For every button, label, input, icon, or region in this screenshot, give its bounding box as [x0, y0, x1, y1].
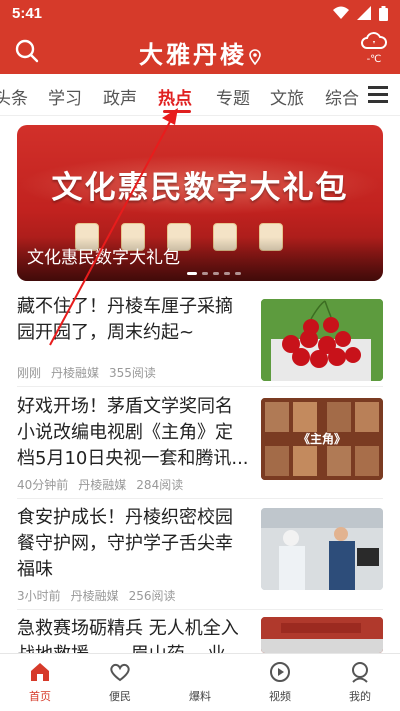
nav-me-label: 我的 — [349, 690, 371, 703]
carousel-dots — [187, 272, 241, 275]
news-source: 丹棱融媒 — [51, 366, 100, 380]
heart-icon — [110, 663, 130, 682]
cherries-image — [261, 299, 383, 381]
category-tabs: 头条 学习 政声 热点 专题 文旅 综合 — [0, 74, 400, 116]
nav-home[interactable]: 首页 — [10, 660, 70, 704]
news-thumbnail-drama: 《主角》 — [261, 398, 383, 480]
banner-caption: 文化惠民数字大礼包 — [27, 248, 180, 268]
location-pin-icon — [249, 48, 261, 65]
news-meta: 3小时前 丹棱融媒 256阅读 — [17, 587, 186, 604]
divider — [17, 386, 383, 387]
news-thumbnail-lab — [261, 508, 383, 590]
rescue-drill-image — [261, 617, 383, 653]
news-thumbnail-cherries — [261, 299, 383, 381]
home-icon — [31, 663, 49, 681]
drama-poster-image: 《主角》 — [261, 398, 383, 480]
divider — [17, 498, 383, 499]
tab-zonghe[interactable]: 综合 — [325, 84, 359, 109]
active-tab-indicator — [163, 110, 191, 113]
news-thumbnail-field — [261, 617, 383, 653]
system-icons — [333, 5, 388, 21]
wifi-icon — [333, 6, 349, 19]
tab-xuexi[interactable]: 学习 — [48, 84, 82, 109]
news-item[interactable]: 食安护成长！丹棱织密校园餐守护网，守护学子舌尖幸福味 3小时前 丹棱融媒 256阅读 — [17, 505, 383, 610]
news-item[interactable]: 急救赛场砺精兵 无人机全入战地救援 ——眉山药... 业 — [17, 616, 383, 665]
news-item[interactable]: 藏不住了！丹棱车厘子采摘园开园了，周末约起~ 刚刚 丹棱融媒 355阅读 — [17, 294, 383, 387]
tab-zhengsheng[interactable]: 政声 — [103, 84, 137, 109]
status-bar: 5:41 — [0, 0, 400, 26]
weather-temp: -℃ — [366, 54, 382, 65]
nav-bianmin-label: 便民 — [109, 690, 131, 703]
news-source: 丹棱融媒 — [78, 478, 127, 492]
news-title: 食安护成长！丹棱织密校园餐守护网，守护学子舌尖幸福味 — [17, 507, 233, 580]
food-safety-image — [261, 508, 383, 590]
divider — [17, 609, 383, 610]
tab-zhuanti[interactable]: 专题 — [216, 84, 250, 109]
banner-carousel[interactable]: 文化惠民数字大礼包 文化惠民数字大礼包 — [17, 125, 383, 281]
news-reads: 284阅读 — [136, 478, 184, 492]
weather-widget[interactable]: -℃ — [360, 30, 388, 65]
news-title: 好戏开场！茅盾文学奖同名小说改编电视剧《主角》定档5月10日央视一套和腾讯... — [17, 396, 249, 469]
news-source: 丹棱融媒 — [70, 589, 119, 603]
nav-bianmin[interactable]: 便民 — [90, 660, 150, 704]
news-reads: 256阅读 — [128, 589, 176, 603]
nav-baoliao-label: 爆料 — [189, 690, 211, 703]
nav-video[interactable]: 视频 — [250, 660, 310, 704]
news-reads: 355阅读 — [109, 366, 156, 380]
app-logo-text: 大雅丹棱 — [139, 40, 247, 69]
news-meta: 40分钟前 丹棱融媒 284阅读 — [17, 476, 193, 493]
news-time: 3小时前 — [17, 589, 61, 603]
news-time: 40分钟前 — [17, 478, 69, 492]
app-logo: 大雅丹棱 — [0, 35, 400, 70]
battery-icon — [379, 5, 388, 21]
bottom-navigation: 首页 便民 爆料 视频 我的 — [0, 653, 400, 711]
tab-wenlv[interactable]: 文旅 — [270, 84, 304, 109]
news-meta: 刚刚 丹棱融媒 355阅读 — [17, 364, 166, 381]
tab-toutiao[interactable]: 头条 — [0, 84, 28, 109]
app-header: 大雅丹棱 -℃ — [0, 26, 400, 74]
tab-redian[interactable]: 热点 — [158, 84, 192, 109]
report-icon — [188, 670, 212, 684]
user-icon — [352, 662, 368, 683]
nav-baoliao[interactable]: 爆料 — [170, 670, 230, 704]
drama-poster-title: 《主角》 — [298, 431, 346, 446]
signal-icon — [357, 6, 371, 20]
nav-me[interactable]: 我的 — [330, 660, 390, 704]
play-icon — [270, 662, 290, 682]
banner-headline: 文化惠民数字大礼包 — [51, 170, 349, 206]
news-item[interactable]: 好戏开场！茅盾文学奖同名小说改编电视剧《主角》定档5月10日央视一套和腾讯...… — [17, 394, 383, 499]
status-time: 5:41 — [12, 4, 43, 22]
nav-home-label: 首页 — [29, 690, 51, 703]
news-time: 刚刚 — [17, 366, 42, 380]
news-title: 藏不住了！丹棱车厘子采摘园开园了，周末约起~ — [17, 296, 233, 343]
cloud-icon — [361, 32, 387, 49]
menu-icon[interactable] — [368, 86, 388, 104]
nav-video-label: 视频 — [269, 690, 291, 703]
